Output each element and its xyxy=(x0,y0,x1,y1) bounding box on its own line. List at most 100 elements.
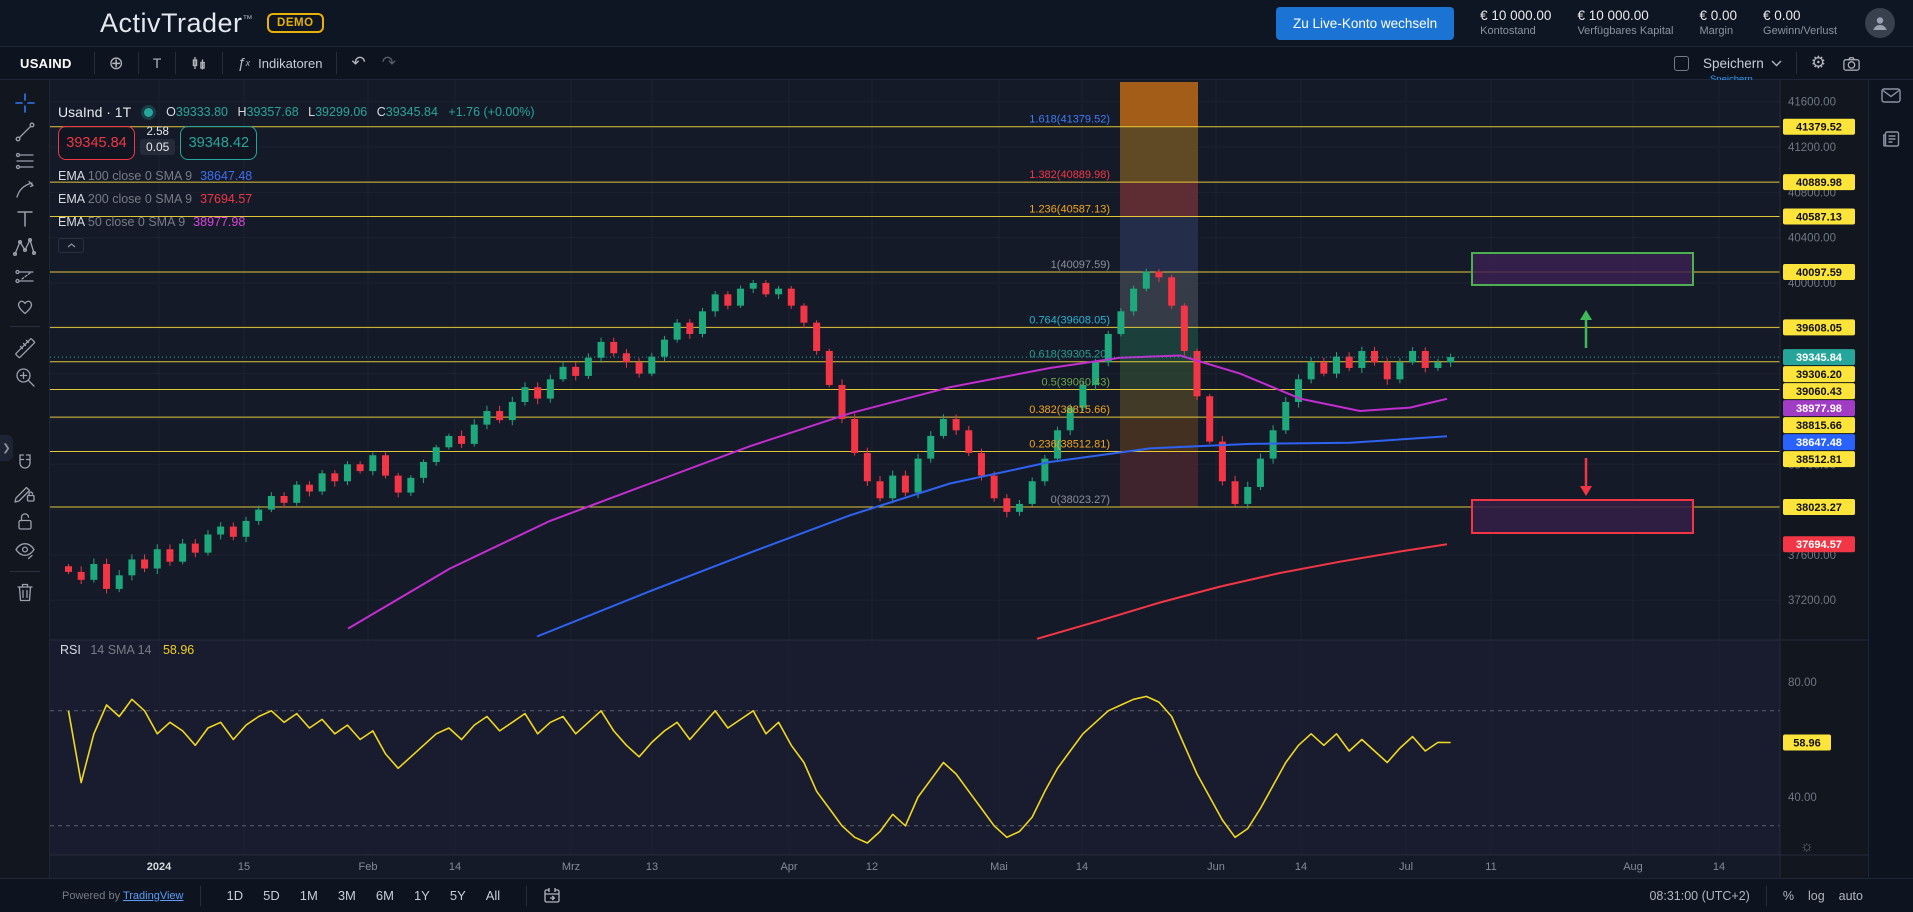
clock[interactable]: 08:31:00 (UTC+2) xyxy=(1649,889,1749,903)
zoom-in-icon[interactable] xyxy=(8,362,42,391)
spread-value: 2.58 xyxy=(146,126,168,138)
svg-text:Mrz: Mrz xyxy=(562,861,580,873)
price-badge: 39608.05 xyxy=(1783,319,1855,335)
auto-scale-button[interactable]: auto xyxy=(1839,889,1863,903)
divider xyxy=(10,326,40,327)
header-right: Zu Live-Konto wechseln € 10 000.00Kontos… xyxy=(1276,7,1895,40)
svg-text:13: 13 xyxy=(646,861,658,873)
market-open-dot xyxy=(144,108,153,117)
svg-text:0.618(39305.20): 0.618(39305.20) xyxy=(1029,349,1110,361)
svg-text:15: 15 xyxy=(238,861,250,873)
buy-button[interactable]: 39348.42 xyxy=(180,126,257,160)
divider xyxy=(94,52,95,74)
user-icon xyxy=(1871,14,1889,32)
brush-icon[interactable] xyxy=(8,175,42,204)
favorites-icon[interactable] xyxy=(8,291,42,320)
svg-text:38023.27: 38023.27 xyxy=(1796,502,1842,514)
price-badge: 39345.84 xyxy=(1783,349,1855,365)
range-button-5y[interactable]: 5Y xyxy=(442,885,474,906)
interval-button[interactable]: T xyxy=(153,55,162,71)
svg-text:41200.00: 41200.00 xyxy=(1788,142,1836,154)
news-icon[interactable] xyxy=(1882,130,1901,153)
lock-icon[interactable] xyxy=(8,507,42,536)
legend-symbol[interactable]: UsaInd · 1T xyxy=(58,104,131,120)
svg-text:Feb: Feb xyxy=(359,861,378,873)
switch-to-live-button[interactable]: Zu Live-Konto wechseln xyxy=(1276,7,1454,40)
redo-icon[interactable]: ↷ xyxy=(382,53,396,73)
range-button-all[interactable]: All xyxy=(478,885,508,906)
divider xyxy=(1796,52,1797,74)
sell-button[interactable]: 39345.84 xyxy=(58,126,135,160)
symbol-label[interactable]: USAIND xyxy=(20,56,72,71)
price-badge: 40097.59 xyxy=(1783,264,1855,280)
edit-lock-icon[interactable] xyxy=(8,478,42,507)
right-icon-strip xyxy=(1868,80,1913,878)
percent-scale-button[interactable]: % xyxy=(1783,889,1794,903)
chevron-down-icon[interactable] xyxy=(1771,60,1782,67)
indicators-icon[interactable]: ƒx xyxy=(237,55,250,72)
screenshot-camera-icon[interactable] xyxy=(1842,55,1861,72)
price-badge: 39306.20 xyxy=(1783,366,1855,382)
range-button-6m[interactable]: 6M xyxy=(368,885,402,906)
svg-text:37200.00: 37200.00 xyxy=(1788,595,1836,607)
trend-line-icon[interactable] xyxy=(8,117,42,146)
svg-text:40587.13: 40587.13 xyxy=(1796,211,1842,223)
indicators-button[interactable]: Indikatoren xyxy=(258,56,322,71)
crosshair-icon[interactable] xyxy=(8,88,42,117)
svg-text:Jun: Jun xyxy=(1207,861,1225,873)
log-scale-button[interactable]: log xyxy=(1808,889,1825,903)
pane-settings-icon[interactable]: ☼ xyxy=(1800,838,1814,855)
footer-right: 08:31:00 (UTC+2) % log auto xyxy=(1649,886,1863,906)
stop-zone-box[interactable] xyxy=(1472,500,1693,533)
collapse-legend-button[interactable] xyxy=(58,238,84,253)
svg-text:38647.48: 38647.48 xyxy=(1796,437,1842,449)
layout-checkbox[interactable] xyxy=(1674,56,1689,71)
tradingview-link[interactable]: TradingView xyxy=(123,890,184,902)
svg-text:38512.81: 38512.81 xyxy=(1796,454,1842,466)
user-avatar[interactable] xyxy=(1865,8,1895,38)
sidebar-expand-tab[interactable]: ❯ xyxy=(0,435,13,461)
activtrader-app: ActivTrader™ DEMO Zu Live-Konto wechseln… xyxy=(0,0,1913,912)
fib-retracement-icon[interactable] xyxy=(8,146,42,175)
ruler-icon[interactable] xyxy=(8,333,42,362)
settings-gear-icon[interactable]: ⚙ xyxy=(1811,53,1826,73)
svg-text:38815.66: 38815.66 xyxy=(1796,420,1842,432)
target-zone-box[interactable] xyxy=(1472,253,1693,285)
svg-text:11: 11 xyxy=(1485,861,1496,873)
xabcd-pattern-icon[interactable] xyxy=(8,233,42,262)
price-axis[interactable] xyxy=(1780,80,1868,878)
range-button-5d[interactable]: 5D xyxy=(255,885,288,906)
svg-text:37694.57: 37694.57 xyxy=(1796,539,1842,551)
svg-text:Jul: Jul xyxy=(1399,861,1413,873)
indicator-row[interactable]: EMA 200 close 0 SMA 937694.57 xyxy=(58,192,535,206)
forecast-icon[interactable] xyxy=(8,262,42,291)
svg-text:0.764(39608.05): 0.764(39608.05) xyxy=(1029,314,1110,326)
svg-text:14: 14 xyxy=(1713,861,1725,873)
range-button-1d[interactable]: 1D xyxy=(219,885,252,906)
svg-text:41379.52: 41379.52 xyxy=(1796,122,1842,134)
rsi-legend: RSI 14 SMA 14 58.96 xyxy=(60,643,194,657)
range-button-1y[interactable]: 1Y xyxy=(406,885,438,906)
text-icon[interactable] xyxy=(8,204,42,233)
add-symbol-icon[interactable]: ⊕ xyxy=(109,53,124,74)
demo-badge: DEMO xyxy=(267,13,324,33)
svg-text:38977.98: 38977.98 xyxy=(1796,403,1842,415)
svg-text:2024: 2024 xyxy=(147,861,172,873)
chart-region[interactable]: 1.618(41379.52)1.382(40889.98)1.236(4058… xyxy=(50,80,1868,878)
undo-icon[interactable]: ↶ xyxy=(351,53,365,73)
rsi-pane[interactable] xyxy=(50,640,1780,855)
indicator-row[interactable]: EMA 100 close 0 SMA 938647.48 xyxy=(58,169,535,183)
trademark: ™ xyxy=(243,14,254,25)
chart-type-icon[interactable] xyxy=(190,54,208,72)
indicator-row[interactable]: EMA 50 close 0 SMA 938977.98 xyxy=(58,215,535,229)
range-button-3m[interactable]: 3M xyxy=(330,885,364,906)
mail-icon[interactable] xyxy=(1881,88,1901,108)
trash-icon[interactable] xyxy=(8,578,42,607)
svg-text:Mai: Mai xyxy=(990,861,1008,873)
save-button[interactable]: Speichern xyxy=(1703,56,1764,71)
range-button-1m[interactable]: 1M xyxy=(292,885,326,906)
hide-drawings-icon[interactable] xyxy=(8,536,42,565)
svg-text:12: 12 xyxy=(866,861,878,873)
account-stat: € 10 000.00Kontostand xyxy=(1480,8,1551,39)
goto-date-icon[interactable] xyxy=(543,887,561,904)
